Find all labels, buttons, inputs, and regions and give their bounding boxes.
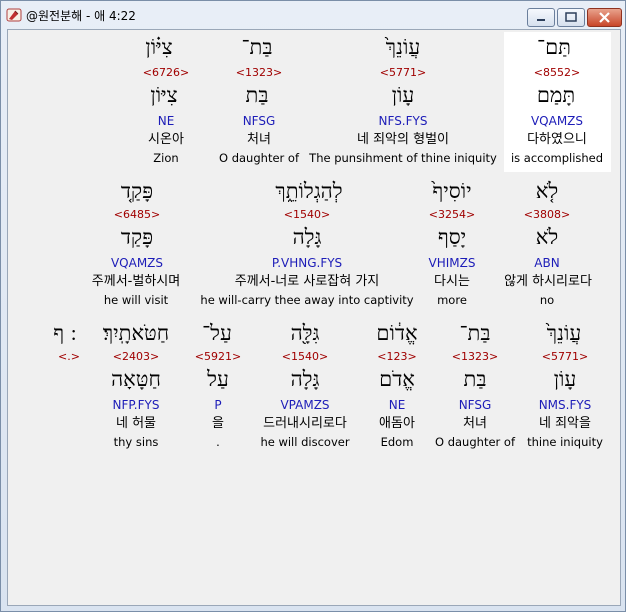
- parsing-code: NFSG: [458, 398, 492, 412]
- english-gloss: he will discover: [260, 435, 350, 449]
- maximize-button[interactable]: [557, 8, 585, 27]
- lemma-word: לֹא: [535, 225, 559, 249]
- korean-gloss: 네 죄악을: [539, 416, 591, 431]
- parsing-code: NFSG: [242, 114, 276, 128]
- parsing-code: VPAMZS: [280, 398, 330, 412]
- strong-number: <1323>: [235, 66, 283, 79]
- lemma-word: צִיּוֹן: [150, 83, 178, 107]
- hebrew-word[interactable]: בַּת־: [242, 34, 273, 60]
- korean-gloss: 네 죄악의 형벌이: [357, 132, 449, 147]
- hebrew-word[interactable]: אֱד֔וֹם: [376, 320, 417, 346]
- strong-number: <.>: [58, 350, 80, 363]
- hebrew-word[interactable]: צִיּ֗וֹן: [145, 34, 172, 60]
- minimize-icon: [537, 19, 545, 21]
- hebrew-word[interactable]: ׃ ף: [53, 320, 71, 346]
- lemma-word: בַּת: [245, 83, 269, 107]
- strong-number: <5921>: [194, 350, 242, 363]
- lemma-word: פָּקַד: [120, 225, 154, 249]
- english-gloss: thine iniquity: [527, 435, 603, 449]
- korean-gloss: 네 허물: [115, 416, 157, 431]
- lemma-word: חַטָּאָה: [111, 367, 161, 391]
- window-title: @원전분해 - 애 4:22: [26, 9, 136, 23]
- english-gloss: is accomplished: [510, 151, 604, 165]
- hebrew-word[interactable]: עֲוֹנֵךְ֙: [386, 34, 420, 60]
- korean-gloss: 드러내시리로다: [263, 416, 347, 431]
- hebrew-word[interactable]: לְהַגְלוֹתֵ֑ךְ: [275, 178, 342, 204]
- strong-number: <3254>: [428, 208, 476, 221]
- english-gloss: no: [539, 293, 555, 307]
- english-gloss: O daughter of: [435, 435, 515, 449]
- english-gloss: Edom: [380, 435, 414, 449]
- lemma-word: תָּמַם: [536, 83, 576, 107]
- korean-gloss: 않게 하시리로다: [504, 274, 592, 289]
- korean-gloss: 다하였으니: [527, 132, 587, 147]
- lemma-word: אֱדֹם: [379, 367, 415, 391]
- parsing-code: NFP.FYS: [112, 398, 160, 412]
- strong-number: <5771>: [379, 66, 427, 79]
- korean-gloss: 주께서-너로 사로잡혀 가지: [234, 274, 380, 289]
- english-gloss: Zion: [153, 151, 179, 165]
- strong-number: <1540>: [281, 350, 329, 363]
- strong-number: <123>: [377, 350, 417, 363]
- lemma-word: בַּת: [463, 367, 487, 391]
- hebrew-word[interactable]: לֹ֤א: [536, 178, 558, 204]
- hebrew-word[interactable]: יוֹסִיף֙: [432, 178, 471, 204]
- parsing-code: VHIMZS: [428, 256, 476, 270]
- minimize-button[interactable]: [527, 8, 555, 27]
- lemma-word: יָסַף: [437, 225, 467, 249]
- close-button[interactable]: [587, 8, 622, 27]
- parsing-code: VQAMZS: [110, 256, 164, 270]
- hebrew-word[interactable]: גִּלָּ֖ה: [291, 320, 320, 346]
- close-icon: [599, 12, 610, 23]
- korean-gloss: 을: [212, 416, 224, 431]
- strong-number: <6485>: [113, 208, 161, 221]
- korean-gloss: 처녀: [247, 132, 271, 147]
- parsing-code: ABN: [534, 256, 560, 270]
- parsing-code: NE: [388, 398, 406, 412]
- strong-number: <1323>: [451, 350, 499, 363]
- english-gloss: he will visit: [103, 293, 169, 307]
- lemma-word: עָוֹן: [391, 83, 415, 107]
- bible-app-icon[interactable]: [6, 7, 22, 23]
- parsing-code: P.VHNG.FYS: [271, 256, 343, 270]
- parsing-code: VQAMZS: [530, 114, 584, 128]
- english-gloss: The punsihment of thine iniquity: [309, 151, 497, 165]
- lemma-word: גָּלָה: [292, 225, 322, 249]
- app-window: @원전분해 - 애 4:22 צִיּ֗וֹן בַּת־ עֲוֹנֵךְ֙ …: [0, 0, 626, 612]
- english-gloss: O daughter of: [219, 151, 299, 165]
- hebrew-word[interactable]: חַטֹּאתָֽיִךְ׃: [103, 320, 169, 346]
- lemma-word: עָוֹן: [553, 367, 577, 391]
- english-gloss: he will-carry thee away into captivity: [200, 293, 414, 307]
- hebrew-word[interactable]: תַּם־: [537, 34, 571, 60]
- english-gloss: .: [216, 435, 220, 449]
- parsing-code: NFS.FYS: [378, 114, 428, 128]
- title-bar[interactable]: @원전분해 - 애 4:22: [1, 1, 625, 29]
- korean-gloss: 시온아: [148, 132, 184, 147]
- strong-number: <1540>: [283, 208, 331, 221]
- korean-gloss: 다시는: [434, 274, 470, 289]
- maximize-icon: [565, 12, 577, 22]
- lemma-word: עַל: [207, 367, 229, 391]
- strong-number: <6726>: [142, 66, 190, 79]
- hebrew-word[interactable]: עֲוֹנֵךְ֙: [547, 320, 581, 346]
- parsing-code: NE: [157, 114, 175, 128]
- parsing-code: NMS.FYS: [538, 398, 592, 412]
- analysis-pane[interactable]: צִיּ֗וֹן בַּת־ עֲוֹנֵךְ֙ תַּם־ <6726> <1…: [7, 29, 621, 606]
- parsing-code: P: [214, 398, 222, 412]
- english-gloss: thy sins: [113, 435, 159, 449]
- hebrew-word[interactable]: פָּקַ֤ד: [121, 178, 153, 204]
- korean-gloss: 처녀: [463, 416, 487, 431]
- strong-number: <5771>: [541, 350, 589, 363]
- lemma-word: גָּלָה: [290, 367, 320, 391]
- hebrew-word[interactable]: בַּת־: [460, 320, 491, 346]
- hebrew-word[interactable]: עַל־: [202, 320, 232, 346]
- korean-gloss: 주께서-벌하시며: [91, 274, 181, 289]
- korean-gloss: 애돔아: [379, 416, 415, 431]
- english-gloss: more: [437, 293, 467, 307]
- strong-number: <8552>: [533, 66, 581, 79]
- strong-number: <2403>: [112, 350, 160, 363]
- strong-number: <3808>: [523, 208, 571, 221]
